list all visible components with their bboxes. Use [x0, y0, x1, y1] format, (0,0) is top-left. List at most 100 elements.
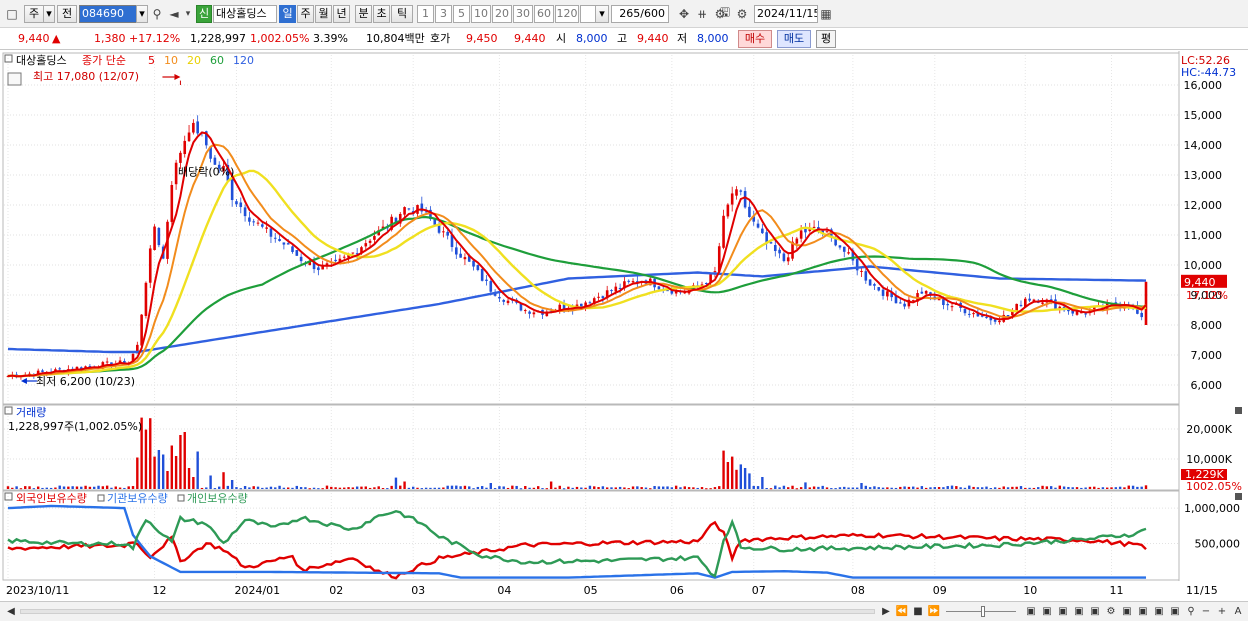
hoga-ask: 9,450 [466, 32, 498, 45]
count-button-3[interactable]: 3 [435, 5, 452, 23]
ownership-legend-item: 외국인보유수량 [16, 492, 87, 505]
chart-svg[interactable]: 16,000 15,000 14,000 13,000 12,000 11,000 10,0… [0, 51, 1248, 601]
count-button-20[interactable]: 20 [492, 5, 512, 23]
tab-interval-month[interactable]: 월 [315, 5, 332, 23]
step-forward-icon[interactable]: ⏩ [927, 605, 941, 619]
price-tick-label: 8,000 [1191, 319, 1223, 332]
zoom-out-button[interactable]: − [1199, 605, 1213, 619]
volume-bar [295, 485, 299, 489]
date-input[interactable]: 2024/11/15 [754, 5, 818, 23]
volume-bar [739, 464, 743, 489]
window-icon[interactable]: ▣ [1136, 605, 1150, 619]
tab-interval-day[interactable]: 일 [279, 5, 296, 23]
volume-bar [114, 486, 117, 489]
candle-body [886, 291, 889, 297]
window-icon[interactable]: ▣ [1168, 605, 1182, 619]
volume: 1,228,997 [190, 32, 246, 45]
candle-body [157, 227, 161, 246]
count-button-120[interactable]: 120 [555, 5, 579, 23]
tab-interval-tick[interactable]: 틱 [391, 5, 413, 23]
candle-body [985, 317, 988, 319]
stock-name-field[interactable]: 대상홀딩스 [213, 5, 277, 23]
volume-bar [58, 485, 61, 489]
code-dropdown[interactable]: ▾ [136, 5, 148, 23]
tab-interval-minute[interactable]: 분 [355, 5, 372, 23]
tab-interval-year[interactable]: 년 [333, 5, 350, 23]
tab-interval-second[interactable]: 초 [373, 5, 390, 23]
candle-body [243, 207, 247, 217]
count-dropdown[interactable]: ▾ [595, 5, 609, 23]
count-label: 60 [537, 7, 551, 20]
candle-body [476, 265, 480, 271]
volume-bar [442, 487, 445, 489]
volume-bar [963, 487, 967, 489]
count-button-1[interactable]: 1 [417, 5, 434, 23]
stop-icon[interactable]: ■ [911, 605, 925, 619]
volume-bar [907, 486, 911, 489]
chevron-down-icon[interactable]: ▾ [180, 6, 196, 22]
window-icon[interactable]: ▣ [1072, 605, 1086, 619]
window-icon[interactable]: ▣ [1120, 605, 1134, 619]
chart-area[interactable]: 16,000 15,000 14,000 13,000 12,000 11,000 10,0… [0, 51, 1248, 601]
count-button-60[interactable]: 60 [534, 5, 554, 23]
tab-interval-week[interactable]: 주 [297, 5, 314, 23]
volume-bar [416, 487, 419, 489]
window-icon[interactable]: ▣ [1088, 605, 1102, 619]
volume-bar [265, 487, 268, 489]
window-icon[interactable]: ▣ [1056, 605, 1070, 619]
search-icon[interactable]: ⚲ [149, 6, 165, 22]
turnover-pct: 3.39% [313, 32, 348, 45]
eval-button[interactable]: 평 [816, 30, 836, 48]
step-back-icon[interactable]: ⏪ [895, 605, 909, 619]
volume-bar [1114, 487, 1118, 489]
chevron-down-icon: ▾ [46, 7, 52, 20]
candle-body [342, 256, 346, 258]
search-icon[interactable]: ⚲ [1184, 605, 1198, 619]
period-dropdown[interactable]: ▾ [43, 5, 55, 23]
volume-bar [200, 487, 204, 489]
count-button-5[interactable]: 5 [453, 5, 470, 23]
gear-icon[interactable]: ⚙ [734, 6, 750, 22]
volume-bar [433, 487, 436, 489]
volume-bar [75, 486, 79, 489]
line-tool-icon[interactable]: ⧺ [694, 6, 710, 22]
stock-code-input[interactable]: 084690 [79, 5, 137, 23]
window-icon[interactable]: ▣ [1040, 605, 1054, 619]
window-icon[interactable]: □ [4, 6, 20, 22]
volume-bar [743, 468, 747, 489]
range-field[interactable]: 265/600 [611, 5, 669, 23]
candle-body [153, 226, 156, 250]
candle-body [756, 223, 760, 228]
sell-button[interactable]: 매도 [777, 30, 811, 48]
buy-button[interactable]: 매수 [738, 30, 772, 48]
candle-body [403, 207, 406, 215]
candle-body [472, 260, 475, 267]
scroll-left-icon[interactable]: ◀ [4, 605, 18, 619]
save-icon[interactable]: 🖫 [717, 4, 733, 20]
count-button-30[interactable]: 30 [513, 5, 533, 23]
volume-bar [653, 485, 656, 489]
tool-icon[interactable]: ⚙ [1104, 605, 1118, 619]
zoom-slider-thumb[interactable] [981, 606, 985, 617]
scroll-right-icon[interactable]: ▶ [879, 605, 893, 619]
candle-body [998, 320, 1001, 323]
crosshair-icon[interactable]: ✥ [676, 6, 692, 22]
candle-body [299, 256, 303, 262]
window-icon[interactable]: ▣ [1152, 605, 1166, 619]
count-input[interactable] [580, 5, 596, 23]
candle-body [773, 244, 777, 251]
candle-body [261, 224, 264, 227]
zoom-in-button[interactable]: + [1215, 605, 1229, 619]
candle-body [455, 247, 458, 255]
volume-bar [549, 481, 553, 489]
price-tick-label: 6,000 [1191, 379, 1223, 392]
auto-scale-button[interactable]: A [1231, 605, 1245, 619]
prev-button[interactable]: 전 [57, 5, 77, 23]
scrollbar-track[interactable] [20, 609, 875, 614]
count-button-10[interactable]: 10 [471, 5, 491, 23]
volume-bar [157, 450, 161, 489]
calendar-icon[interactable]: ▦ [818, 6, 834, 22]
window-icon[interactable]: ▣ [1024, 605, 1038, 619]
volume-bar [873, 486, 876, 489]
period-select[interactable]: 주 [24, 5, 44, 23]
